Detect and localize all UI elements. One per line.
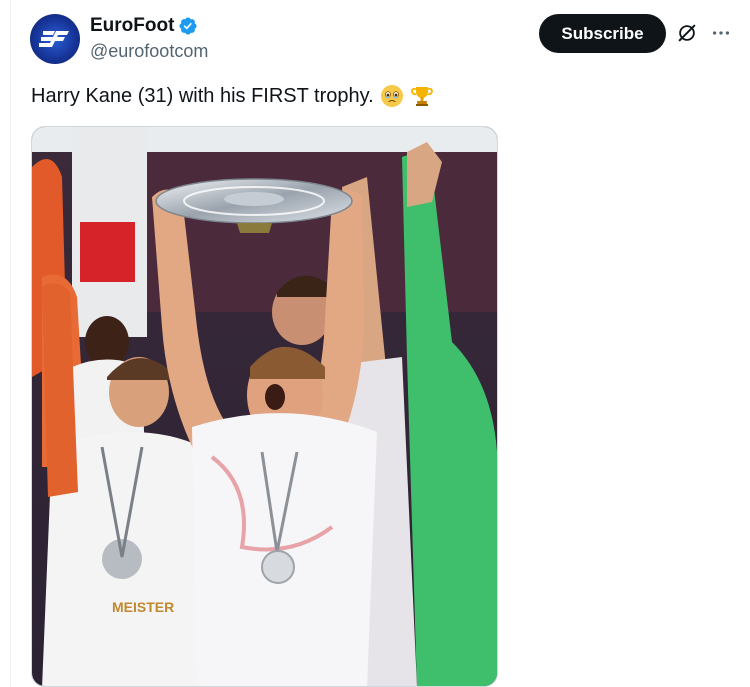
subscribe-button[interactable]: Subscribe — [539, 14, 666, 53]
account-handle[interactable]: @eurofootcom — [90, 41, 208, 62]
eurofoot-logo-icon — [39, 31, 69, 47]
shirt-text: MEISTER — [112, 599, 174, 615]
trophy-emoji-icon — [410, 87, 433, 106]
grok-icon[interactable] — [676, 22, 698, 44]
post-text: Harry Kane (31) with his FIRST trophy. — [31, 84, 434, 108]
post-body: Harry Kane (31) with his FIRST trophy. — [31, 84, 374, 107]
post-media-image[interactable]: MEISTER — [31, 126, 498, 687]
account-name-row: EuroFoot — [90, 15, 198, 37]
more-options-icon[interactable] — [710, 22, 732, 44]
display-name[interactable]: EuroFoot — [90, 15, 174, 37]
avatar[interactable] — [30, 14, 80, 64]
holding-back-tears-emoji-icon — [380, 85, 403, 107]
celebration-photo: MEISTER — [32, 127, 497, 686]
verified-badge-icon — [179, 17, 197, 35]
timeline-border — [10, 0, 11, 687]
